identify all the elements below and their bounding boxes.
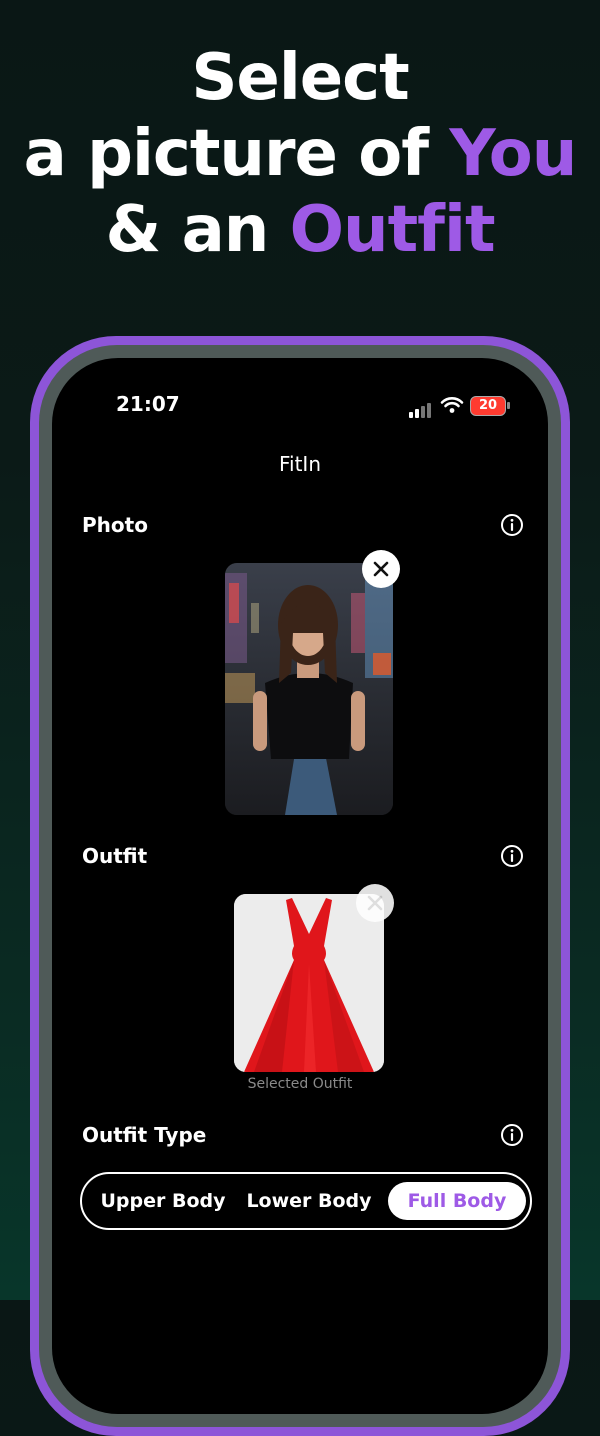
selected-photo[interactable] [225,563,393,815]
remove-outfit-button[interactable] [356,884,394,922]
status-time: 21:07 [116,392,180,416]
app-title: FitIn [278,452,322,476]
info-icon[interactable] [500,513,524,537]
red-dress-image [234,894,384,1072]
battery-tip [507,402,510,409]
outfit-section-label: Outfit [82,844,148,868]
close-icon [373,561,389,577]
outfit-type-segmented-control: Upper Body Lower Body Full Body [80,1172,532,1230]
info-icon[interactable] [500,1123,524,1147]
cellular-signal-icon [409,402,433,418]
outfit-type-full-body[interactable]: Full Body [388,1182,526,1220]
headline-line-2: a picture of You [0,116,600,192]
outfit-type-lower-body[interactable]: Lower Body [236,1182,382,1220]
person-photo-image [225,563,393,815]
headline-line-3-text: & an [105,193,290,267]
battery-icon: 20 [470,396,506,416]
photo-section-label: Photo [82,513,148,537]
close-icon [367,895,383,911]
outfit-caption: Selected Outfit [247,1076,353,1092]
battery-level: 20 [478,398,498,413]
promo-headline: Select a picture of You & an Outfit [0,40,600,268]
info-icon[interactable] [500,844,524,868]
headline-line-1: Select [191,41,409,115]
phone-frame: 21:07 20 FitIn Photo Outfit Selected Out… [30,336,570,1436]
outfit-type-upper-body[interactable]: Upper Body [90,1182,236,1220]
selected-outfit[interactable] [234,894,384,1072]
remove-photo-button[interactable] [362,550,400,588]
phone-screen: 21:07 20 FitIn Photo Outfit Selected Out… [52,358,548,1414]
outfit-type-section-label: Outfit Type [82,1123,207,1147]
headline-line-3: & an Outfit [0,192,600,268]
phone-bezel: 21:07 20 FitIn Photo Outfit Selected Out… [39,345,561,1427]
headline-accent-outfit: Outfit [289,193,496,267]
headline-accent-you: You [449,117,577,191]
headline-line-2-text: a picture of [23,117,450,191]
status-bar: 21:07 20 [52,358,548,418]
wifi-icon [440,397,464,413]
